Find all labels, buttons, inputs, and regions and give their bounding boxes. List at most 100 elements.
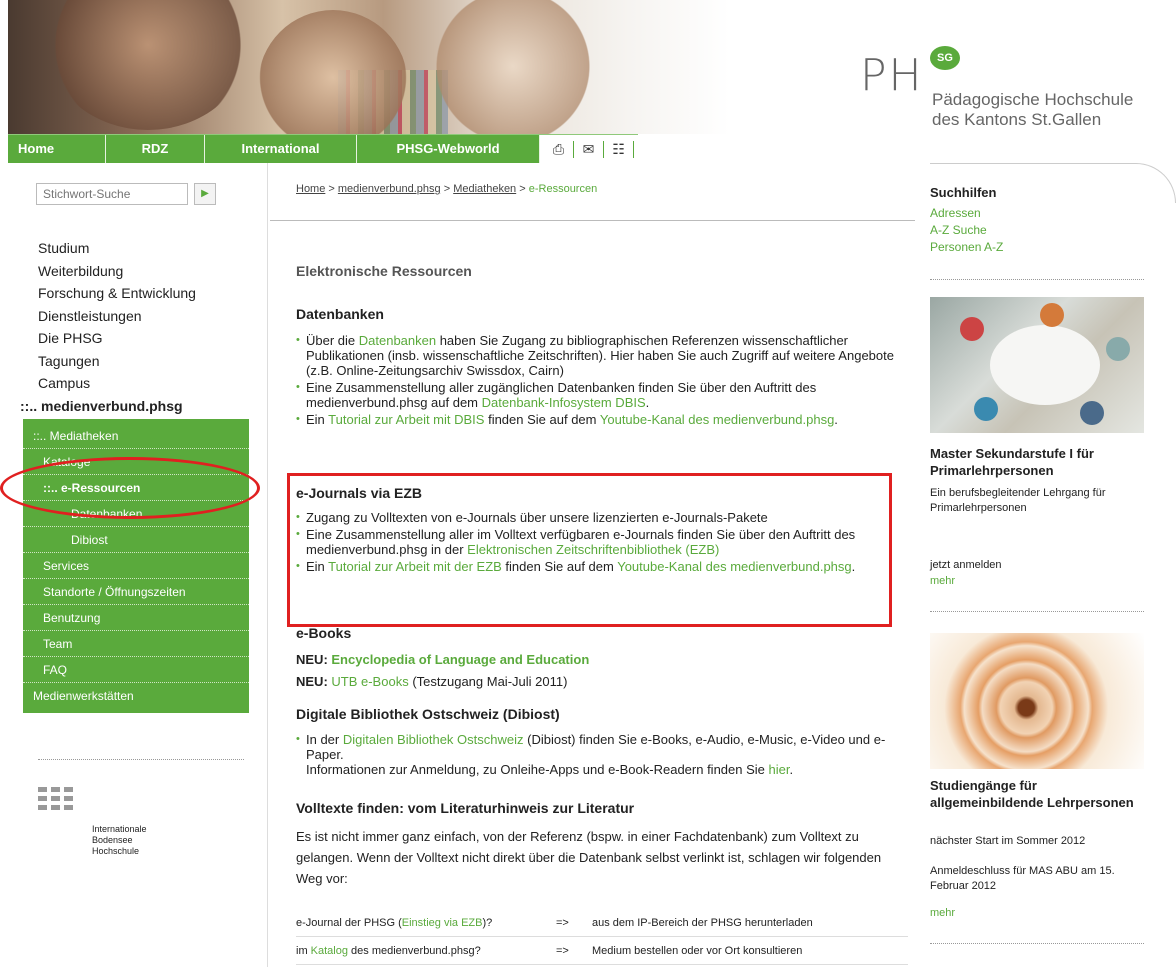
personen-a-z-link[interactable]: Personen A-Z	[930, 240, 1003, 254]
einstieg-ezb-link[interactable]: Einstieg via EZB	[402, 917, 483, 929]
studiengaenge-more-link[interactable]: mehr	[930, 907, 955, 919]
subnav-item-mediatheken[interactable]: ::.. Mediatheken	[23, 423, 249, 449]
logo-line-2: des Kantons St.Gallen	[932, 110, 1102, 129]
table-cell: =>	[556, 917, 569, 929]
dibiost-link[interactable]: Digitalen Bibliothek Ostschweiz	[343, 732, 524, 747]
sitemap-icon[interactable]: ☷	[604, 140, 634, 158]
highlight-ellipse-annotation	[0, 457, 260, 519]
master-text: Ein berufsbegleitender Lehrgang für Prim…	[930, 487, 1106, 514]
adressen-link[interactable]: Adressen	[930, 206, 981, 220]
breadcrumb-home[interactable]: Home	[296, 183, 325, 195]
volltexte-text: Es ist nicht immer ganz einfach, von der…	[296, 829, 882, 886]
nav-item-tagungen[interactable]: Tagungen	[38, 350, 196, 373]
subnav-item-medienwerkstaetten[interactable]: Medienwerkstätten	[23, 683, 249, 709]
nav-item-studium[interactable]: Studium	[38, 237, 196, 260]
ibh-line-2: Bodensee	[92, 835, 133, 845]
dibiost-list: In der Digitalen Bibliothek Ostschweiz (…	[296, 732, 896, 779]
topnav-international[interactable]: International	[205, 135, 357, 163]
dbis-tutorial-link[interactable]: Tutorial zur Arbeit mit DBIS	[328, 412, 484, 427]
nav-item-dienstleistungen[interactable]: Dienstleistungen	[38, 305, 196, 328]
ejournals-list: Zugang zu Volltexten von e-Journals über…	[296, 510, 896, 576]
studiengaenge-title[interactable]: Studiengänge für allgemeinbildende Lehrp…	[930, 777, 1140, 811]
studiengaenge-line-2: Anmeldeschluss für MAS ABU am 15. Februa…	[930, 865, 1115, 892]
page-title: Elektronische Ressourcen	[296, 263, 472, 279]
topnav-rdz[interactable]: RDZ	[106, 135, 205, 163]
utb-ebooks-link[interactable]: UTB e-Books	[331, 674, 408, 689]
search-input[interactable]	[36, 183, 188, 205]
master-title[interactable]: Master Sekundarstufe I für Primarlehrper…	[930, 445, 1140, 479]
a-z-suche-link[interactable]: A-Z Suche	[930, 223, 987, 237]
subnav-item-benutzung[interactable]: Benutzung	[23, 605, 249, 631]
phsg-logo[interactable]: PH SG Pädagogische Hochschule des Kanton…	[860, 46, 1170, 140]
staircase-photo[interactable]	[930, 633, 1144, 769]
studiengaenge-line-1: nächster Start im Sommer 2012	[930, 835, 1086, 847]
ebook-line-2: NEU: UTB e-Books (Testzugang Mai-Juli 20…	[296, 674, 568, 689]
section-title-ebooks: e-Books	[296, 625, 352, 641]
left-sidebar: ▶ Studium Weiterbildung Forschung & Entw…	[0, 163, 268, 967]
ibh-logo-mark	[38, 787, 147, 810]
section-title-volltexte: Volltexte finden: vom Literaturhinweis z…	[296, 800, 635, 816]
subnav-item-standorte[interactable]: Standorte / Öffnungszeiten	[23, 579, 249, 605]
breadcrumb-mediatheken[interactable]: Mediatheken	[453, 183, 516, 195]
breadcrumb-divider	[270, 220, 915, 221]
meeting-photo[interactable]	[930, 297, 1144, 433]
ibh-line-1: Internationale	[92, 824, 147, 834]
mail-icon[interactable]: ✉	[574, 140, 604, 158]
breadcrumb-sep: >	[516, 183, 529, 195]
logo-ph: PH	[860, 50, 924, 101]
section-title-ejournals: e-Journals via EZB	[296, 485, 423, 501]
encyclopedia-link[interactable]: Encyclopedia of Language and Education	[331, 652, 589, 667]
list-item: In der Digitalen Bibliothek Ostschweiz (…	[296, 732, 896, 777]
table-cell: im Katalog des medienverbund.phsg?	[296, 945, 481, 957]
top-navigation: Home RDZ International PHSG-Webworld ⎙ ✉…	[8, 134, 638, 163]
ezb-link[interactable]: Elektronischen Zeitschriftenbibliothek (…	[467, 542, 719, 557]
youtube-channel-link[interactable]: Youtube-Kanal des medienverbund.phsg	[617, 559, 851, 574]
topnav-home[interactable]: Home	[8, 135, 106, 163]
list-item: Zugang zu Volltexten von e-Journals über…	[296, 510, 896, 525]
nav-item-campus[interactable]: Campus	[38, 372, 196, 395]
subnav-item-services[interactable]: Services	[23, 553, 249, 579]
youtube-channel-link[interactable]: Youtube-Kanal des medienverbund.phsg	[600, 412, 834, 427]
hier-link[interactable]: hier	[769, 762, 790, 777]
suchhilfen-links: Adressen A-Z Suche Personen A-Z	[930, 205, 1003, 256]
page-header: Home RDZ International PHSG-Webworld ⎙ ✉…	[0, 0, 1176, 163]
table-cell: e-Journal der PHSG (Einstieg via EZB)?	[296, 917, 493, 929]
table-cell: =>	[556, 945, 569, 957]
search-form: ▶	[36, 183, 216, 205]
katalog-link[interactable]: Katalog	[311, 945, 348, 957]
master-cta: jetzt anmelden	[930, 559, 1002, 571]
ibh-line-3: Hochschule	[92, 846, 140, 856]
breadcrumb-sep: >	[325, 183, 338, 195]
subnav-item-team[interactable]: Team	[23, 631, 249, 657]
nav-item-weiterbildung[interactable]: Weiterbildung	[38, 260, 196, 283]
breadcrumb-sep: >	[440, 183, 454, 195]
logo-sg-badge: SG	[930, 46, 960, 70]
main-content: Home > medienverbund.phsg > Mediatheken …	[270, 163, 915, 967]
main-navigation: Studium Weiterbildung Forschung & Entwic…	[20, 237, 196, 417]
table-row: im Katalog des medienverbund.phsg? => Me…	[296, 937, 908, 965]
nav-item-medienverbund[interactable]: ::.. medienverbund.phsg	[20, 395, 196, 418]
subnav-item-faq[interactable]: FAQ	[23, 657, 249, 683]
right-divider	[930, 279, 1144, 280]
volltexte-table: e-Journal der PHSG (Einstieg via EZB)? =…	[296, 909, 908, 965]
master-more-link[interactable]: mehr	[930, 575, 955, 587]
search-submit-button[interactable]: ▶	[194, 183, 216, 205]
ezb-tutorial-link[interactable]: Tutorial zur Arbeit mit der EZB	[328, 559, 502, 574]
print-icon[interactable]: ⎙	[544, 140, 574, 158]
subnav-item-dibiost[interactable]: Dibiost	[23, 527, 249, 553]
table-cell: Medium bestellen oder vor Ort konsultier…	[592, 945, 803, 957]
dbis-link[interactable]: Datenbank-Infosystem DBIS	[482, 395, 646, 410]
list-item: Eine Zusammenstellung aller zugänglichen…	[296, 380, 896, 410]
list-item: Über die Datenbanken haben Sie Zugang zu…	[296, 333, 896, 378]
breadcrumb-medienverbund[interactable]: medienverbund.phsg	[338, 183, 441, 195]
ibh-logo[interactable]: Internationale Bodensee Hochschule	[38, 787, 147, 857]
datenbanken-link[interactable]: Datenbanken	[359, 333, 436, 348]
nav-item-die-phsg[interactable]: Die PHSG	[38, 327, 196, 350]
ebook-line-1: NEU: Encyclopedia of Language and Educat…	[296, 652, 590, 667]
section-title-datenbanken: Datenbanken	[296, 306, 384, 322]
left-divider	[38, 759, 244, 760]
list-item: Ein Tutorial zur Arbeit mit der EZB find…	[296, 559, 896, 574]
nav-item-forschung[interactable]: Forschung & Entwicklung	[38, 282, 196, 305]
arrow-right-icon: ▶	[201, 188, 209, 199]
topnav-phsg-webworld[interactable]: PHSG-Webworld	[357, 135, 540, 163]
